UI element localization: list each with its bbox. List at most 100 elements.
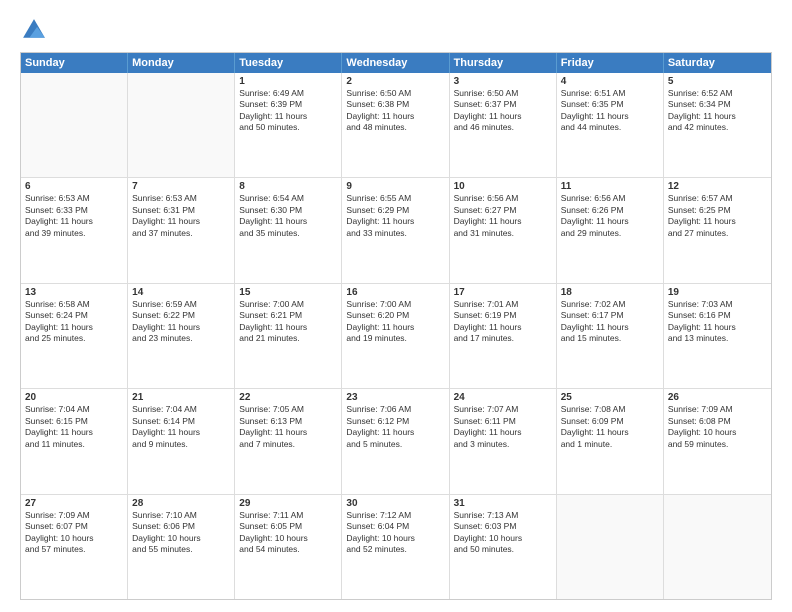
cell-line: Sunrise: 7:01 AM: [454, 299, 552, 310]
cell-line: Daylight: 11 hours: [25, 216, 123, 227]
day-number: 8: [239, 181, 337, 192]
cal-cell: 4Sunrise: 6:51 AMSunset: 6:35 PMDaylight…: [557, 73, 664, 177]
cell-line: and 25 minutes.: [25, 333, 123, 344]
cell-line: Sunset: 6:12 PM: [346, 416, 444, 427]
day-number: 25: [561, 392, 659, 403]
cell-line: Sunset: 6:03 PM: [454, 521, 552, 532]
cal-week: 1Sunrise: 6:49 AMSunset: 6:39 PMDaylight…: [21, 73, 771, 178]
day-number: 31: [454, 498, 552, 509]
cal-cell: 3Sunrise: 6:50 AMSunset: 6:37 PMDaylight…: [450, 73, 557, 177]
cell-line: Sunrise: 6:57 AM: [668, 193, 767, 204]
day-number: 11: [561, 181, 659, 192]
cell-line: Sunrise: 7:04 AM: [132, 404, 230, 415]
cell-line: Daylight: 10 hours: [668, 427, 767, 438]
day-number: 17: [454, 287, 552, 298]
cell-line: and 29 minutes.: [561, 228, 659, 239]
cell-line: Daylight: 11 hours: [132, 427, 230, 438]
cell-line: Sunrise: 7:10 AM: [132, 510, 230, 521]
cell-line: Daylight: 11 hours: [561, 216, 659, 227]
cal-cell: 30Sunrise: 7:12 AMSunset: 6:04 PMDayligh…: [342, 495, 449, 599]
cal-cell: 5Sunrise: 6:52 AMSunset: 6:34 PMDaylight…: [664, 73, 771, 177]
cell-line: Daylight: 11 hours: [454, 111, 552, 122]
cell-line: and 13 minutes.: [668, 333, 767, 344]
cal-week: 27Sunrise: 7:09 AMSunset: 6:07 PMDayligh…: [21, 495, 771, 599]
cell-line: Daylight: 11 hours: [668, 216, 767, 227]
cell-line: Sunrise: 7:13 AM: [454, 510, 552, 521]
cal-cell: 8Sunrise: 6:54 AMSunset: 6:30 PMDaylight…: [235, 178, 342, 282]
cal-cell: 27Sunrise: 7:09 AMSunset: 6:07 PMDayligh…: [21, 495, 128, 599]
cal-cell: 16Sunrise: 7:00 AMSunset: 6:20 PMDayligh…: [342, 284, 449, 388]
cal-cell: 21Sunrise: 7:04 AMSunset: 6:14 PMDayligh…: [128, 389, 235, 493]
cal-week: 13Sunrise: 6:58 AMSunset: 6:24 PMDayligh…: [21, 284, 771, 389]
cal-cell: 31Sunrise: 7:13 AMSunset: 6:03 PMDayligh…: [450, 495, 557, 599]
day-number: 10: [454, 181, 552, 192]
cell-line: and 48 minutes.: [346, 122, 444, 133]
cell-line: and 19 minutes.: [346, 333, 444, 344]
cell-line: Sunrise: 7:03 AM: [668, 299, 767, 310]
day-number: 5: [668, 76, 767, 87]
cell-line: and 44 minutes.: [561, 122, 659, 133]
cell-line: and 55 minutes.: [132, 544, 230, 555]
cell-line: Sunset: 6:15 PM: [25, 416, 123, 427]
cal-cell: 29Sunrise: 7:11 AMSunset: 6:05 PMDayligh…: [235, 495, 342, 599]
cell-line: Daylight: 11 hours: [132, 216, 230, 227]
cell-line: Sunrise: 6:55 AM: [346, 193, 444, 204]
cell-line: Sunset: 6:39 PM: [239, 99, 337, 110]
cell-line: and 21 minutes.: [239, 333, 337, 344]
cal-cell: 6Sunrise: 6:53 AMSunset: 6:33 PMDaylight…: [21, 178, 128, 282]
day-number: 2: [346, 76, 444, 87]
cell-line: Daylight: 11 hours: [239, 216, 337, 227]
cell-line: Sunset: 6:19 PM: [454, 310, 552, 321]
cal-cell: 25Sunrise: 7:08 AMSunset: 6:09 PMDayligh…: [557, 389, 664, 493]
cal-cell: 15Sunrise: 7:00 AMSunset: 6:21 PMDayligh…: [235, 284, 342, 388]
cell-line: Daylight: 11 hours: [239, 111, 337, 122]
cal-cell: 13Sunrise: 6:58 AMSunset: 6:24 PMDayligh…: [21, 284, 128, 388]
cal-cell: 2Sunrise: 6:50 AMSunset: 6:38 PMDaylight…: [342, 73, 449, 177]
cal-header-cell: Thursday: [450, 53, 557, 73]
cal-header-cell: Sunday: [21, 53, 128, 73]
cal-header-cell: Tuesday: [235, 53, 342, 73]
day-number: 27: [25, 498, 123, 509]
day-number: 13: [25, 287, 123, 298]
cell-line: Sunset: 6:24 PM: [25, 310, 123, 321]
cell-line: and 50 minutes.: [239, 122, 337, 133]
day-number: 1: [239, 76, 337, 87]
cal-cell: 23Sunrise: 7:06 AMSunset: 6:12 PMDayligh…: [342, 389, 449, 493]
day-number: 20: [25, 392, 123, 403]
cal-cell: 22Sunrise: 7:05 AMSunset: 6:13 PMDayligh…: [235, 389, 342, 493]
cell-line: and 59 minutes.: [668, 439, 767, 450]
cell-line: Sunrise: 7:08 AM: [561, 404, 659, 415]
day-number: 22: [239, 392, 337, 403]
cal-cell: [664, 495, 771, 599]
cell-line: Sunrise: 6:51 AM: [561, 88, 659, 99]
cell-line: Daylight: 11 hours: [668, 322, 767, 333]
cell-line: Daylight: 10 hours: [346, 533, 444, 544]
day-number: 4: [561, 76, 659, 87]
day-number: 18: [561, 287, 659, 298]
cal-cell: [557, 495, 664, 599]
cell-line: Daylight: 10 hours: [25, 533, 123, 544]
day-number: 23: [346, 392, 444, 403]
day-number: 30: [346, 498, 444, 509]
cell-line: Sunrise: 6:56 AM: [454, 193, 552, 204]
cell-line: Sunset: 6:25 PM: [668, 205, 767, 216]
cell-line: Sunrise: 7:09 AM: [668, 404, 767, 415]
cell-line: Sunrise: 7:07 AM: [454, 404, 552, 415]
day-number: 29: [239, 498, 337, 509]
cell-line: Daylight: 11 hours: [239, 427, 337, 438]
cell-line: Daylight: 10 hours: [454, 533, 552, 544]
cell-line: Sunset: 6:33 PM: [25, 205, 123, 216]
cell-line: Sunset: 6:11 PM: [454, 416, 552, 427]
cell-line: Daylight: 10 hours: [239, 533, 337, 544]
cal-cell: 17Sunrise: 7:01 AMSunset: 6:19 PMDayligh…: [450, 284, 557, 388]
cell-line: Sunrise: 6:49 AM: [239, 88, 337, 99]
cell-line: Sunset: 6:29 PM: [346, 205, 444, 216]
cell-line: and 37 minutes.: [132, 228, 230, 239]
cell-line: and 31 minutes.: [454, 228, 552, 239]
calendar-body: 1Sunrise: 6:49 AMSunset: 6:39 PMDaylight…: [21, 73, 771, 599]
day-number: 3: [454, 76, 552, 87]
cell-line: Sunrise: 7:00 AM: [239, 299, 337, 310]
cell-line: and 42 minutes.: [668, 122, 767, 133]
cell-line: Sunrise: 6:52 AM: [668, 88, 767, 99]
calendar-header-row: SundayMondayTuesdayWednesdayThursdayFrid…: [21, 53, 771, 73]
